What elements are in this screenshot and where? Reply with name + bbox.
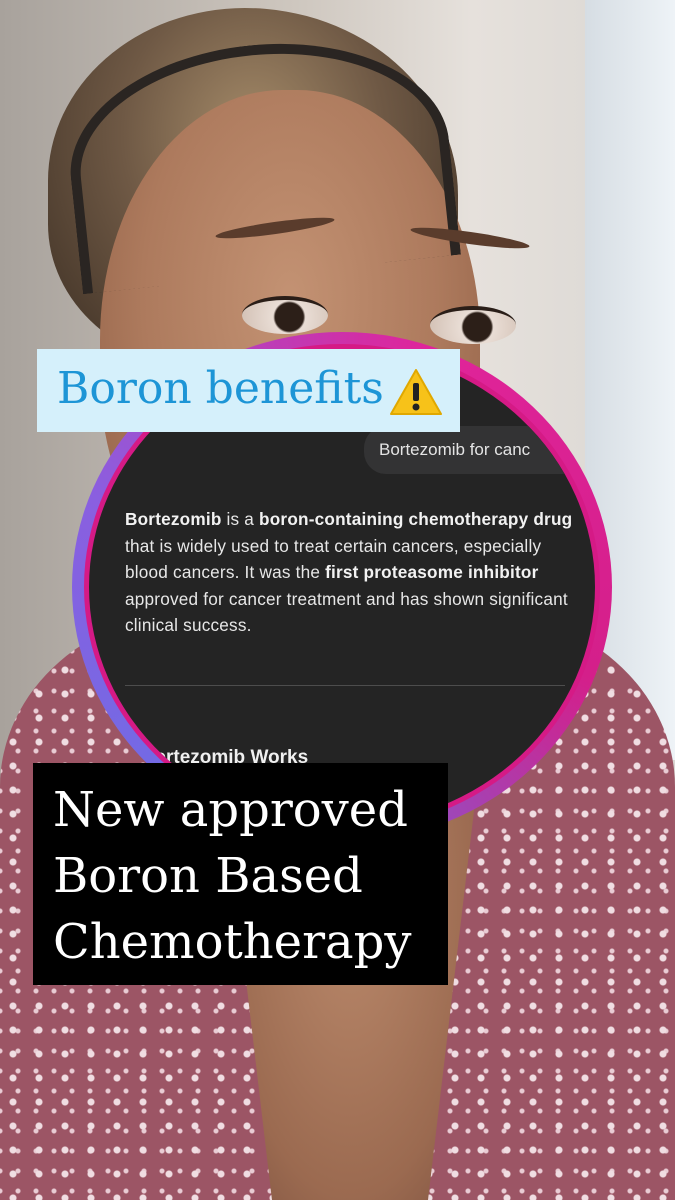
answer-bold-phrase: first proteasome inhibitor bbox=[325, 562, 539, 582]
section-divider bbox=[125, 685, 565, 686]
video-frame: Bortezomib for canc Bortezomib is a boro… bbox=[0, 0, 675, 1200]
title-text: Boron benefits bbox=[57, 363, 384, 414]
answer-paragraph: Bortezomib is a boron-containing chemoth… bbox=[125, 506, 575, 639]
partial-text: oms bbox=[444, 799, 482, 819]
bottom-caption: New approved Boron Based Chemotherapy bbox=[33, 763, 448, 985]
warning-icon bbox=[390, 369, 442, 415]
answer-text: approved for cancer treatment and has sh… bbox=[125, 588, 568, 636]
caption-line-2: Boron Based bbox=[53, 848, 363, 904]
search-query-chip[interactable]: Bortezomib for canc bbox=[364, 426, 584, 474]
answer-text: is a bbox=[221, 509, 260, 529]
right-eye bbox=[430, 306, 516, 344]
caption-line-3: Chemotherapy bbox=[53, 914, 412, 970]
answer-bold-term: Bortezomib bbox=[125, 509, 222, 529]
answer-bold-phrase: boron-containing chemotherapy drug bbox=[259, 509, 573, 529]
left-eye bbox=[242, 296, 328, 334]
caption-line-1: New approved bbox=[53, 782, 408, 838]
title-caption: Boron benefits bbox=[37, 349, 460, 432]
